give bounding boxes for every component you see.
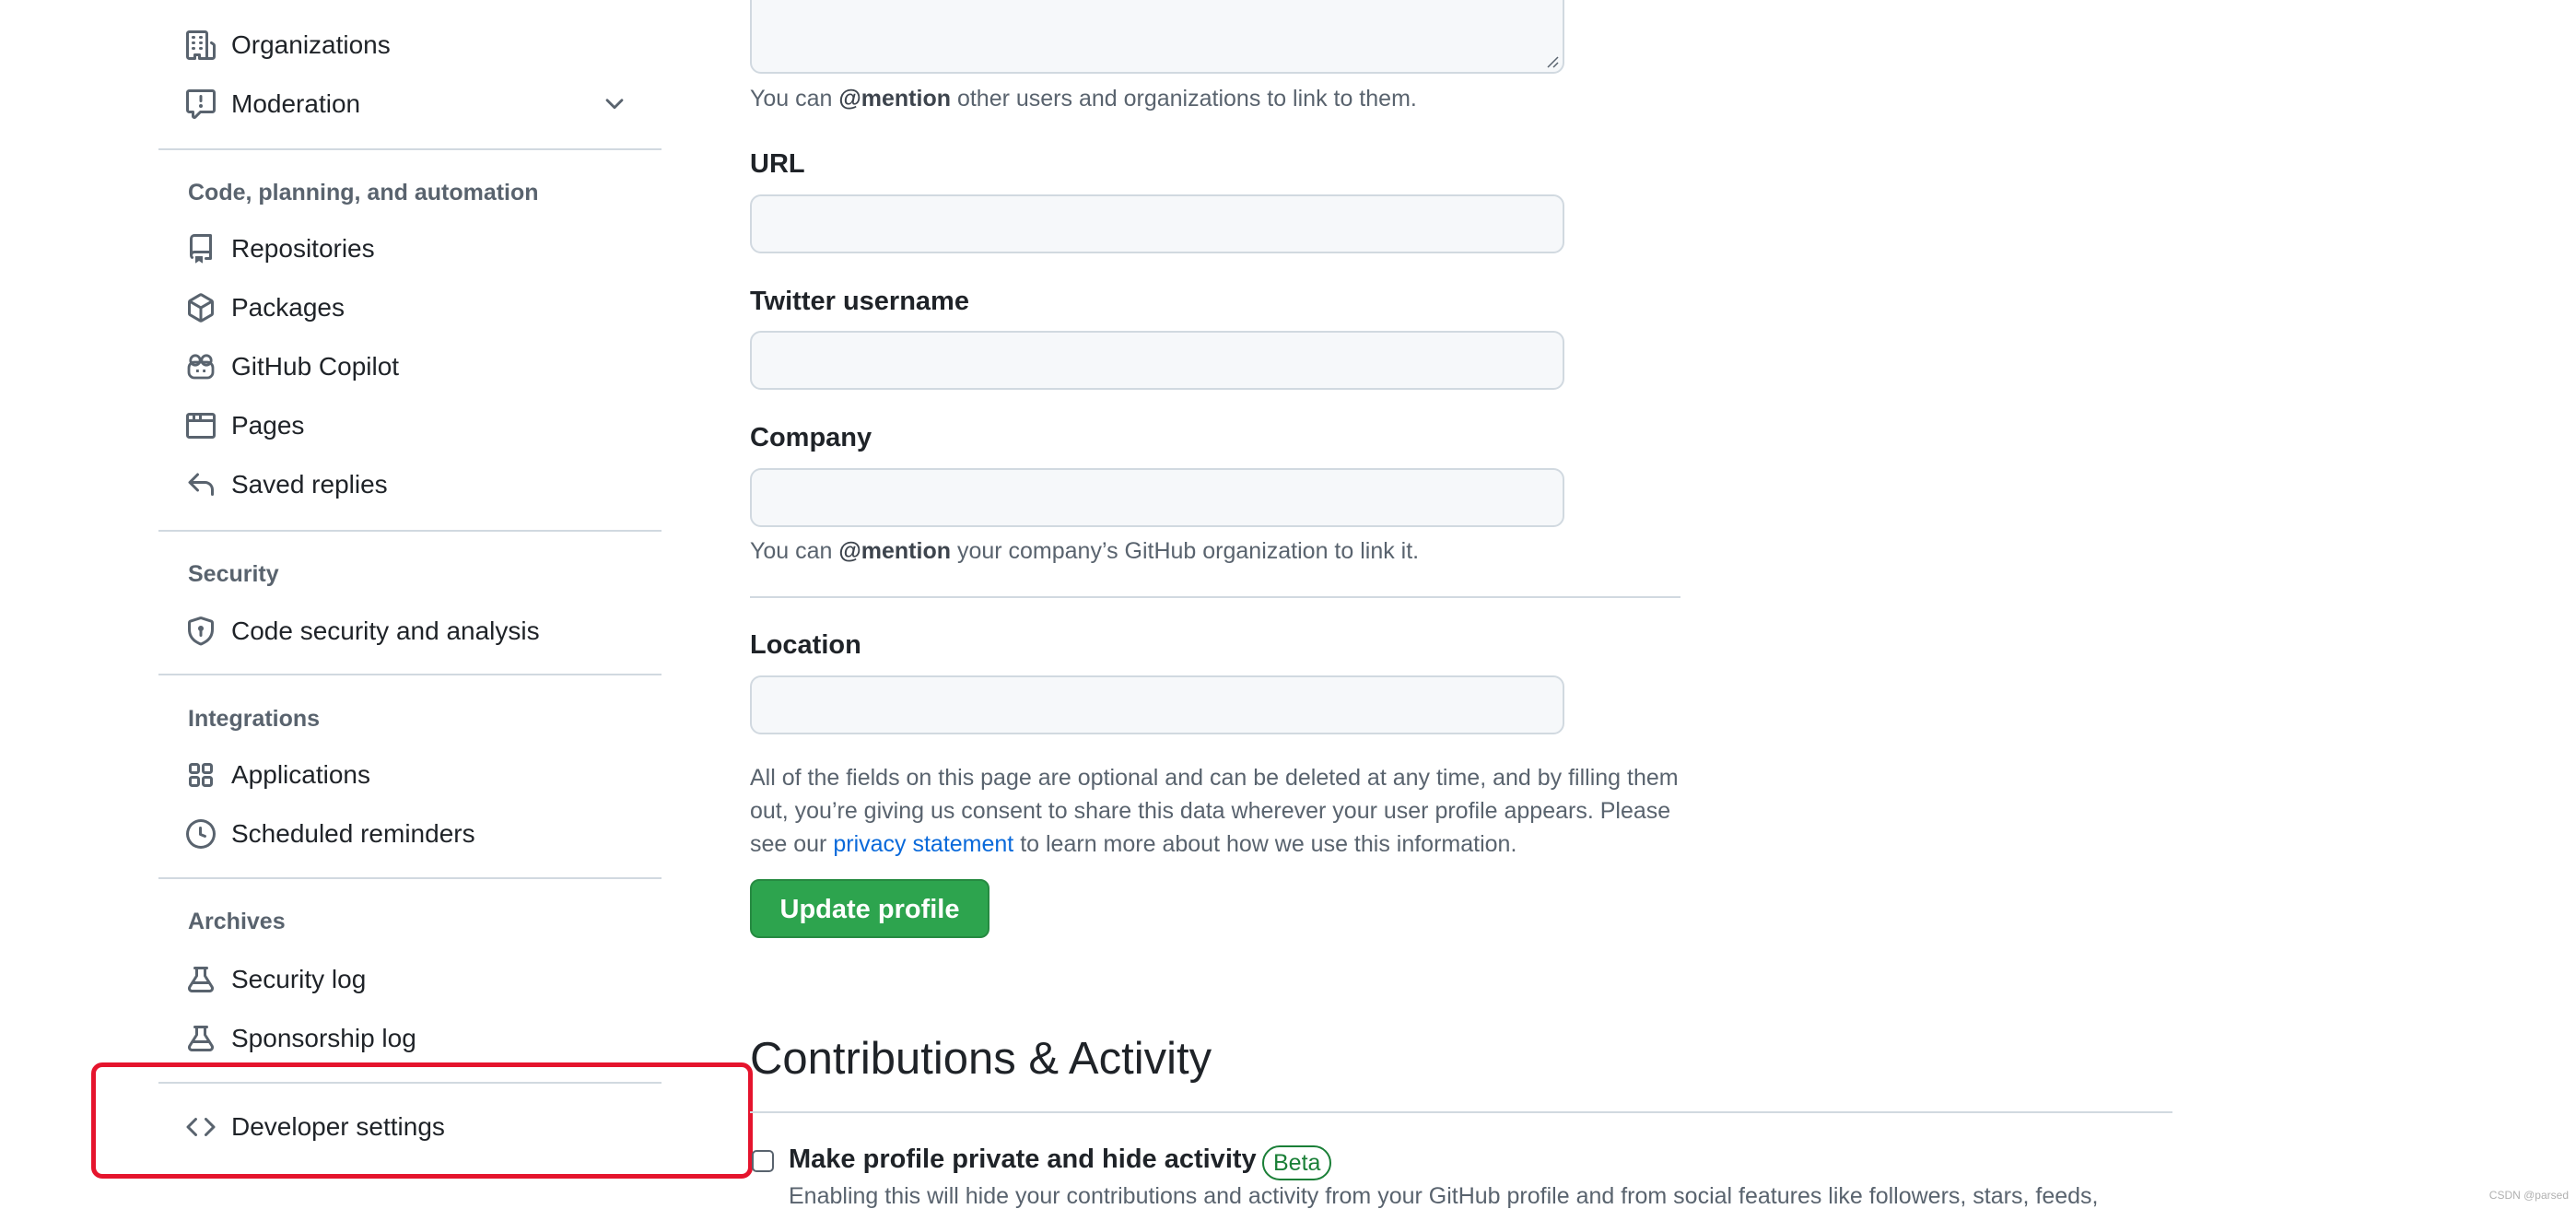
browser-icon — [186, 411, 216, 440]
profile-form: You can @mention other users and organiz… — [750, 0, 2224, 1209]
copilot-icon — [186, 352, 216, 381]
shield-lock-icon — [186, 616, 216, 646]
log-icon — [186, 965, 216, 994]
sidebar-divider — [158, 877, 662, 879]
sidebar-item-security-log[interactable]: Security log — [158, 953, 662, 1006]
sidebar-divider — [158, 674, 662, 675]
sidebar-item-repositories[interactable]: Repositories — [158, 222, 662, 276]
sidebar-item-label: Packages — [231, 293, 345, 322]
sidebar-item-scheduled-reminders[interactable]: Scheduled reminders — [158, 807, 662, 861]
log-icon — [186, 1024, 216, 1053]
sidebar-item-applications[interactable]: Applications — [158, 748, 662, 802]
location-input[interactable] — [750, 675, 1564, 734]
sidebar-divider — [158, 148, 662, 150]
private-profile-label[interactable]: Make profile private and hide activity — [789, 1144, 1257, 1175]
organization-icon — [186, 30, 216, 60]
company-label: Company — [750, 423, 872, 452]
sidebar-item-copilot[interactable]: GitHub Copilot — [158, 340, 662, 393]
chevron-down-icon[interactable] — [601, 90, 628, 118]
sidebar-item-packages[interactable]: Packages — [158, 281, 662, 335]
bio-textarea[interactable] — [750, 0, 1564, 74]
company-input[interactable] — [750, 468, 1564, 527]
update-profile-button[interactable]: Update profile — [750, 879, 989, 938]
privacy-statement-link[interactable]: privacy statement — [833, 831, 1013, 857]
sidebar-item-label: Repositories — [231, 234, 375, 263]
contributions-divider — [750, 1111, 2172, 1113]
twitter-input[interactable] — [750, 331, 1564, 390]
private-profile-description: Enabling this will hide your contributio… — [789, 1183, 2099, 1209]
company-mention-note: You can @mention your company’s GitHub o… — [750, 538, 1420, 564]
sidebar-item-label: Code security and analysis — [231, 616, 540, 645]
sidebar-item-pages[interactable]: Pages — [158, 399, 662, 452]
location-label: Location — [750, 630, 861, 660]
repo-icon — [186, 234, 216, 264]
sidebar-item-code-security[interactable]: Code security and analysis — [158, 604, 662, 658]
sidebar-item-saved-replies[interactable]: Saved replies — [158, 458, 662, 511]
sidebar-item-moderation[interactable]: Moderation — [158, 77, 662, 131]
section-title-code-planning: Code, planning, and automation — [188, 180, 539, 205]
sidebar-item-label: Security log — [231, 965, 367, 993]
section-title-security: Security — [188, 561, 279, 587]
sidebar-item-label: Saved replies — [231, 470, 388, 499]
apps-icon — [186, 760, 216, 790]
sidebar-item-label: Applications — [231, 760, 370, 789]
sidebar-divider — [158, 530, 662, 532]
section-title-integrations: Integrations — [188, 706, 321, 732]
sidebar-item-label: GitHub Copilot — [231, 352, 400, 381]
form-divider — [750, 596, 1680, 598]
reply-icon — [186, 470, 216, 499]
sidebar-item-label: Sponsorship log — [231, 1024, 416, 1052]
private-profile-checkbox[interactable] — [752, 1150, 774, 1172]
clock-icon — [186, 819, 216, 849]
sidebar-item-organizations[interactable]: Organizations — [158, 18, 662, 72]
settings-page: Organizations Moderation Code, planning,… — [0, 0, 2576, 1209]
resize-grip-icon[interactable] — [1544, 53, 1559, 68]
annotation-highlight-box — [91, 1062, 753, 1179]
url-input[interactable] — [750, 194, 1564, 253]
sidebar-item-label: Scheduled reminders — [231, 819, 475, 848]
section-title-archives: Archives — [188, 909, 286, 934]
package-icon — [186, 293, 216, 323]
beta-badge: Beta — [1262, 1145, 1332, 1180]
watermark: CSDN @parsed — [2488, 1189, 2569, 1202]
sidebar-item-label: Pages — [231, 411, 305, 440]
sidebar-item-label: Organizations — [231, 30, 391, 59]
bio-mention-note: You can @mention other users and organiz… — [750, 86, 1417, 112]
report-icon — [186, 89, 216, 119]
sidebar-item-label: Moderation — [231, 89, 361, 118]
twitter-label: Twitter username — [750, 287, 969, 316]
sidebar-item-sponsorship-log[interactable]: Sponsorship log — [158, 1012, 662, 1065]
url-label: URL — [750, 149, 805, 179]
consent-paragraph: All of the fields on this page are optio… — [750, 765, 1679, 857]
contributions-heading: Contributions & Activity — [750, 1034, 1212, 1084]
settings-sidebar: Organizations Moderation Code, planning,… — [158, 0, 662, 1209]
